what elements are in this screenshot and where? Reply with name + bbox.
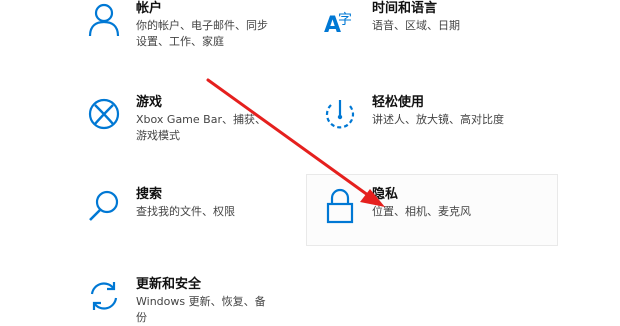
tile-title: 游戏 [136,95,163,110]
lock-icon [320,186,360,226]
tile-update-security[interactable]: 更新和安全 Windows 更新、恢复、备份 [84,276,276,326]
person-icon [84,0,124,40]
tile-desc: 你的帐户、电子邮件、同步设置、工作、家庭 [136,19,268,48]
tile-accounts[interactable]: 帐户 你的帐户、电子邮件、同步设置、工作、家庭 [84,0,276,50]
tile-desc: 讲述人、放大镜、高对比度 [372,113,504,126]
xbox-icon [84,94,124,134]
sync-icon [84,276,124,316]
tile-desc: 语音、区域、日期 [372,19,460,32]
tile-desc: 查找我的文件、权限 [136,205,235,218]
tile-time-language[interactable]: A 字 时间和语言 语音、区域、日期 [320,0,512,40]
tile-desc: 位置、相机、麦克风 [372,205,471,218]
tile-desc: Xbox Game Bar、捕获、游戏模式 [136,113,266,142]
language-icon: A 字 [320,0,360,40]
tile-search[interactable]: 搜索 查找我的文件、权限 [84,186,276,226]
tile-title: 更新和安全 [136,277,202,292]
svg-text:字: 字 [338,12,352,28]
tile-title: 轻松使用 [372,95,425,110]
tile-desc: Windows 更新、恢复、备份 [136,295,266,324]
tile-title: 帐户 [136,1,163,16]
tile-title: 搜索 [136,187,163,202]
tile-gaming[interactable]: 游戏 Xbox Game Bar、捕获、游戏模式 [84,94,276,144]
tile-privacy[interactable]: 隐私 位置、相机、麦克风 [306,174,558,246]
search-icon [84,186,124,226]
tile-title: 隐私 [372,187,399,202]
tile-ease-of-access[interactable]: 轻松使用 讲述人、放大镜、高对比度 [320,94,512,134]
tile-title: 时间和语言 [372,1,438,16]
ease-of-access-icon [320,94,360,134]
